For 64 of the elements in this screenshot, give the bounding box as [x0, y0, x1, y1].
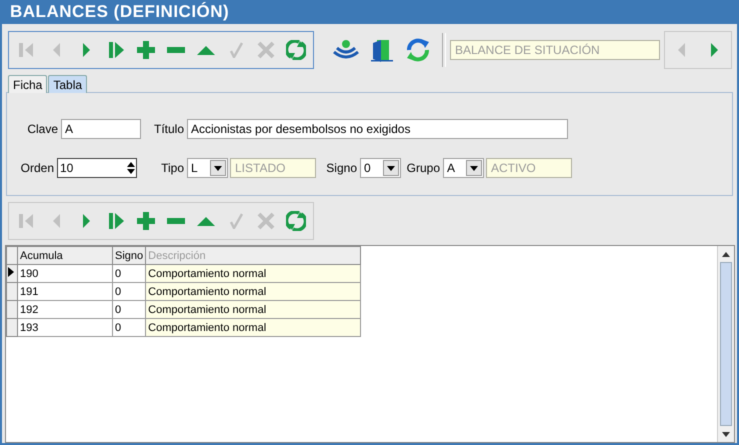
- plus-icon: [137, 41, 155, 59]
- column-header[interactable]: Acumula: [18, 246, 112, 264]
- last-icon: [108, 213, 124, 229]
- table-cell: 191: [18, 282, 112, 300]
- table-cell: 192: [18, 300, 112, 318]
- field-label: Clave: [26, 122, 59, 136]
- caret-icon: [387, 166, 395, 170]
- door-icon: [369, 37, 395, 63]
- field-label: Orden: [20, 161, 55, 175]
- column-header[interactable]: Signo: [112, 246, 146, 264]
- table-cell: Comportamiento normal: [146, 264, 361, 282]
- left-arrow-icon: [52, 43, 60, 57]
- clave-field[interactable]: A: [61, 119, 141, 139]
- x-icon: [257, 212, 275, 230]
- tab[interactable]: Ficha: [8, 75, 48, 93]
- check-icon: [230, 213, 242, 229]
- table-cell: Comportamiento normal: [146, 318, 361, 336]
- table-cell: 190: [18, 264, 112, 282]
- field-label: Título: [152, 122, 185, 136]
- titulo-field[interactable]: Accionistas por desembolsos no exigidos: [187, 119, 568, 139]
- tab[interactable]: Tabla: [48, 75, 88, 93]
- left-arrow-icon: [678, 43, 685, 57]
- scrollbar-thumb[interactable]: [720, 262, 732, 426]
- check-icon: [230, 42, 242, 58]
- table-cell: Comportamiento normal: [146, 300, 361, 318]
- table-cell: 0: [112, 264, 146, 282]
- up-arrow-icon: [197, 46, 215, 54]
- dropdown-button[interactable]: [210, 160, 226, 176]
- right-arrow-icon: [82, 214, 90, 228]
- refresh-icon: [286, 40, 306, 60]
- x-icon: [257, 41, 275, 59]
- minus-icon: [167, 47, 185, 53]
- plus-icon: [137, 212, 155, 230]
- first-icon: [19, 214, 33, 228]
- window-title: BALANCES (DEFINICIÓN): [0, 0, 739, 24]
- table-cell: 193: [18, 318, 112, 336]
- refresh-icon: [286, 211, 306, 231]
- field-label: Grupo: [406, 161, 441, 175]
- minus-icon: [167, 218, 185, 224]
- tipo-combo[interactable]: L: [187, 158, 228, 178]
- scroll-up-icon[interactable]: [722, 252, 730, 256]
- caret-icon: [470, 166, 478, 170]
- field-label: Tipo: [160, 161, 185, 175]
- table-cell: 0: [112, 300, 146, 318]
- orden-spinner[interactable]: 10: [57, 158, 137, 178]
- dropdown-button[interactable]: [383, 160, 399, 176]
- row-pointer-icon: [7, 266, 15, 278]
- right-arrow-icon: [82, 43, 90, 57]
- last-icon: [108, 42, 124, 58]
- up-arrow-icon: [197, 216, 215, 226]
- spin-arrows-icon: [126, 161, 136, 175]
- field-label: Signo: [325, 161, 358, 175]
- first-icon: [19, 43, 33, 57]
- table-cell: 0: [112, 282, 146, 300]
- table-cell: Comportamiento normal: [146, 282, 361, 300]
- dropdown-button[interactable]: [466, 160, 482, 176]
- caret-icon: [214, 166, 222, 170]
- sync-icon: [404, 36, 432, 64]
- signo-combo[interactable]: 0: [360, 158, 401, 178]
- left-arrow-icon: [52, 214, 60, 228]
- scroll-down-icon[interactable]: [722, 432, 730, 436]
- table-cell: 0: [112, 318, 146, 336]
- grupo-combo[interactable]: A: [443, 158, 484, 178]
- right-arrow-icon: [711, 43, 718, 57]
